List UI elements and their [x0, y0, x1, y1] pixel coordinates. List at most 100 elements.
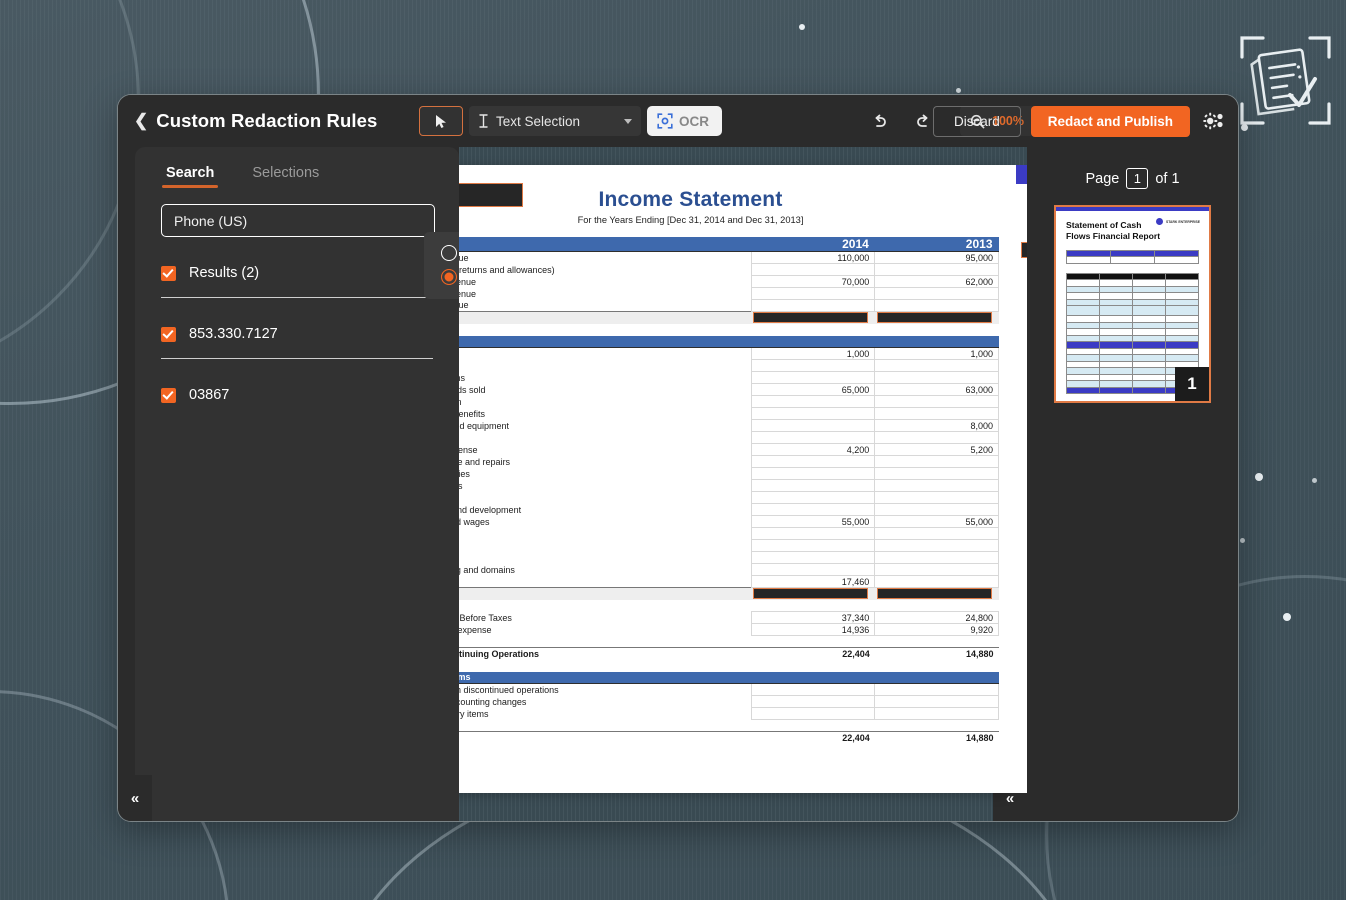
line-item-2014: 70,000	[750, 275, 876, 288]
total-2014	[751, 311, 875, 324]
line-item-2014	[750, 551, 876, 564]
table-row: Rent	[459, 491, 999, 504]
section-header-row: Below-the-Line Items	[459, 671, 999, 684]
result-item[interactable]: 03867	[135, 380, 459, 410]
line-item-2013	[874, 695, 999, 708]
redaction-rule-select[interactable]: Phone (US)	[161, 204, 435, 237]
net-income-row: Net Income 22,404 14,880	[459, 731, 999, 744]
net-income-2014: 22,404	[751, 731, 875, 744]
table-row: Travel	[459, 539, 999, 552]
toolbar: ❮ Custom Redaction Rules Text Selection …	[118, 95, 1238, 147]
line-item-2013	[874, 407, 999, 420]
line-item-2014	[750, 563, 876, 576]
line-item-2014	[750, 527, 876, 540]
decor-dot	[1240, 538, 1245, 543]
line-item-name: Furniture and equipment	[459, 420, 510, 431]
line-item-name: (Less sales returns and allowances)	[459, 264, 555, 275]
cursor-arrow-icon[interactable]	[419, 106, 463, 136]
document-check-scan-icon	[1228, 22, 1343, 137]
table-row: Other17,460	[459, 575, 999, 588]
result-item[interactable]: 853.330.7127	[135, 319, 459, 349]
total-label: Total Expenses	[459, 587, 752, 600]
line-item-2014	[750, 683, 876, 696]
line-item-2013	[874, 467, 999, 480]
text-selection-dropdown[interactable]: Text Selection	[469, 106, 641, 136]
continuing-ops-2013: 14,880	[874, 647, 999, 660]
line-item-2014	[750, 431, 876, 444]
ocr-label: OCR	[679, 113, 709, 129]
line-item-2013	[874, 503, 999, 516]
line-item-2013: 55,000	[874, 515, 999, 528]
table-row: Payroll taxes	[459, 479, 999, 492]
page-number-input[interactable]: 1	[1126, 168, 1149, 189]
table-row: Maintenance and repairs	[459, 455, 999, 468]
line-item-2013	[874, 539, 999, 552]
line-item-2014: 17,460	[750, 575, 876, 588]
settings-gear-icon[interactable]	[1200, 108, 1226, 134]
redaction-box[interactable]	[459, 183, 523, 207]
undo-arrow-icon[interactable]	[858, 107, 900, 136]
line-item-name: Office supplies	[459, 468, 470, 479]
column-header-2014: 2014	[751, 237, 875, 252]
line-item-2013	[874, 563, 999, 576]
column-header-2013: 2013	[874, 237, 999, 252]
line-item-name: Sales revenue	[459, 252, 469, 263]
redaction-box[interactable]	[753, 588, 868, 600]
results-select-all-checkbox[interactable]	[161, 265, 176, 281]
line-item-name: Web hosting and domains	[459, 564, 515, 575]
line-item-2013: 1,000	[874, 347, 999, 360]
line-item-2013: 8,000	[874, 419, 999, 432]
line-item-2013	[874, 551, 999, 564]
line-item-2013	[874, 359, 999, 372]
redaction-box[interactable]	[876, 588, 992, 600]
continuing-ops-2014: 22,404	[751, 647, 875, 660]
line-item-2014	[750, 695, 876, 708]
line-item-2014: 4,200	[750, 443, 876, 456]
line-item-2013: 5,200	[874, 443, 999, 456]
result-checkbox[interactable]	[161, 326, 176, 342]
line-item-2013	[874, 299, 999, 312]
document-viewer[interactable]: Income Statement For the Years Ending [D…	[459, 147, 1027, 821]
thumbnail-table-top	[1066, 249, 1199, 264]
line-item-name: Service revenue	[459, 276, 477, 287]
line-item-2013	[874, 575, 999, 588]
decor-dot	[1255, 473, 1263, 481]
radio-unselected-icon[interactable]	[441, 245, 457, 261]
redaction-box[interactable]	[753, 312, 868, 324]
table-row: Web hosting and domains	[459, 563, 999, 576]
chevron-left-icon[interactable]: ❮	[130, 108, 156, 135]
text-selection-label: Text Selection	[496, 113, 581, 129]
line-item-2013: 95,000	[874, 251, 999, 264]
ocr-button[interactable]: OCR	[647, 106, 722, 136]
line-item-2013	[874, 431, 999, 444]
line-item-2014: 65,000	[750, 383, 876, 396]
line-item-name: Research and development	[459, 504, 522, 515]
tab-search[interactable]: Search	[161, 161, 219, 188]
chevron-down-icon[interactable]	[624, 118, 632, 124]
line-item-name: Effect of accounting changes	[459, 696, 527, 707]
document-page[interactable]: Income Statement For the Years Ending [D…	[459, 165, 1009, 793]
page-thumbnail[interactable]: Statement of Cash Flows Financial Report …	[1054, 205, 1211, 403]
table-row: Software	[459, 527, 999, 540]
radio-selected-icon[interactable]	[441, 269, 457, 285]
line-item-2014	[750, 263, 876, 276]
tab-selections[interactable]: Selections	[251, 161, 320, 188]
collapse-left-panel-button[interactable]: «	[118, 775, 152, 821]
total-2013	[874, 311, 999, 324]
redact-and-publish-button[interactable]: Redact and Publish	[1030, 105, 1190, 137]
result-checkbox[interactable]	[161, 387, 176, 403]
line-item-name: Extraordinary items	[459, 708, 489, 719]
discard-button[interactable]: Discard	[932, 105, 1021, 137]
table-row: Income tax expense 14,9369,920	[459, 623, 999, 636]
line-item-2014	[750, 359, 876, 372]
divider	[161, 358, 433, 359]
line-item-2014	[750, 395, 876, 408]
page-total-label: of 1	[1155, 170, 1180, 187]
panel-tabs: Search Selections	[135, 147, 459, 188]
line-item-name: Depreciation	[459, 396, 751, 408]
redaction-box[interactable]	[876, 312, 992, 324]
redaction-box[interactable]	[1021, 242, 1027, 258]
second-document-page[interactable]: STARK ENTERPRISE Date Increase Decrease …	[1009, 165, 1027, 793]
stark-logo-icon	[1155, 218, 1163, 225]
table-row: Furniture and equipment 8,000	[459, 419, 999, 432]
